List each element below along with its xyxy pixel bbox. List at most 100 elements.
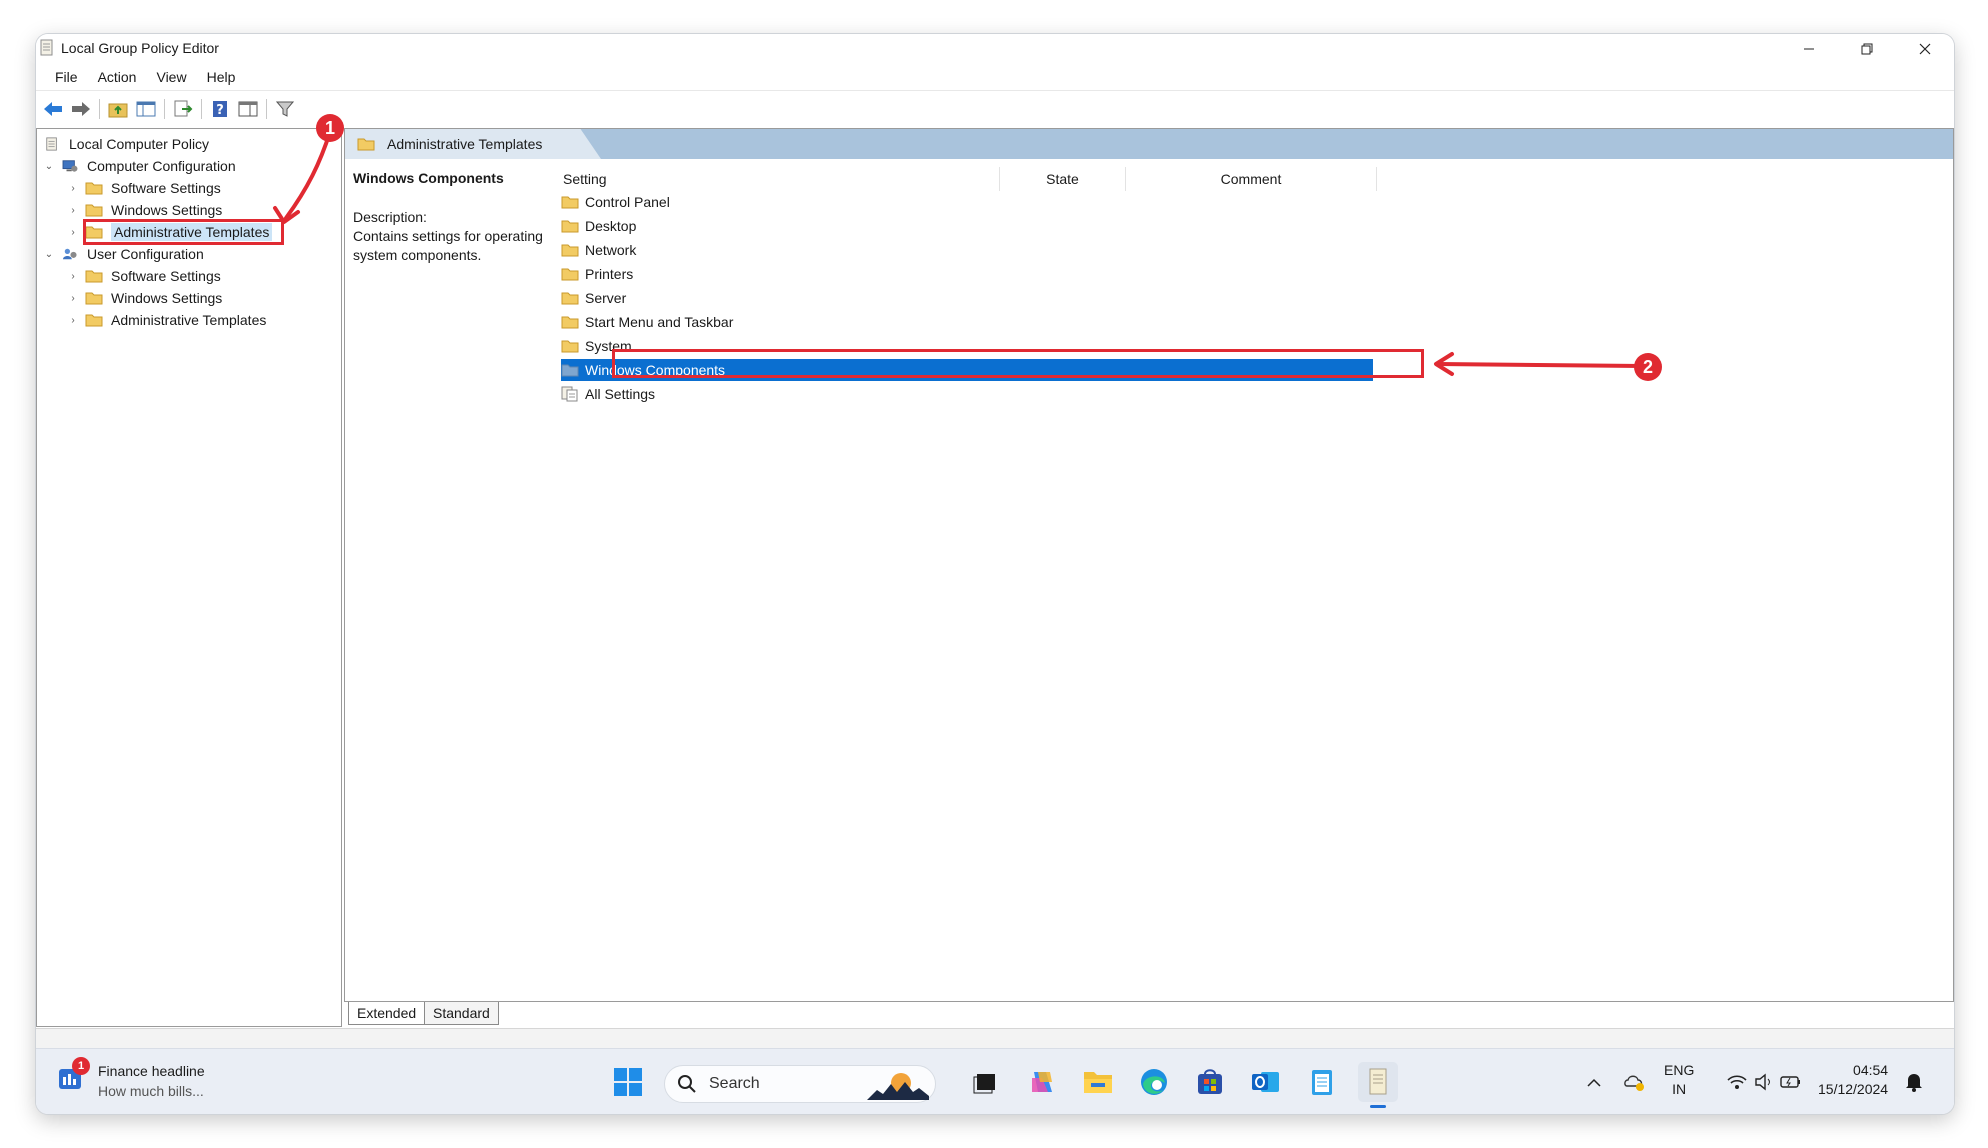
start-button[interactable] [608,1062,648,1102]
restore-icon [1861,43,1873,55]
volume-icon [1755,1073,1770,1091]
clock[interactable]: 04:54 15/12/2024 [1818,1061,1888,1099]
restore-button[interactable] [1838,34,1896,64]
properties-button[interactable] [235,96,261,122]
tree-label: Windows Settings [111,202,223,218]
list-item-start-menu-and-taskbar[interactable]: Start Menu and Taskbar [561,311,733,333]
microsoft-store-icon [1198,1069,1222,1094]
notepad-button[interactable] [1302,1062,1342,1102]
collapse-chevron-icon[interactable]: ⌄ [43,249,55,260]
file-explorer-icon [1084,1072,1112,1093]
toolbar-separator [99,99,100,119]
store-button[interactable] [1190,1062,1230,1102]
language-indicator[interactable]: ENG IN [1664,1061,1694,1099]
tree-item-cc-windows-settings[interactable]: › Windows Settings [67,199,222,221]
console-tree-icon [136,101,156,117]
description-title: Windows Components [353,170,504,186]
notification-count-badge: 1 [72,1057,90,1075]
task-view-icon [973,1074,995,1094]
annotation-arrow-2 [1434,352,1644,376]
properties-view-icon [238,101,258,117]
notifications-button[interactable] [1900,1062,1928,1102]
tree-item-uc-administrative-templates[interactable]: › Administrative Templates [67,309,266,331]
folder-icon [561,220,579,233]
list-item-label: Printers [585,266,634,282]
tree-item-user-configuration[interactable]: ⌄ User Configuration [43,243,204,265]
show-hide-tree-button[interactable] [133,96,159,122]
computer-icon [62,160,78,172]
svg-text:?: ? [216,103,224,118]
tree-label: Local Computer Policy [69,136,210,152]
expand-chevron-icon[interactable]: › [67,205,79,216]
list-item-server[interactable]: Server [561,287,626,309]
column-header-state[interactable]: State [1000,167,1126,191]
folder-icon [561,268,579,281]
tree-item-uc-windows-settings[interactable]: › Windows Settings [67,287,222,309]
onedrive-warning-icon [1624,1075,1644,1091]
policy-document-icon [46,137,57,151]
folder-icon [561,364,579,377]
column-header-comment[interactable]: Comment [1126,167,1377,191]
users-icon [63,248,77,260]
show-hidden-icons-button[interactable] [1582,1062,1606,1102]
task-view-button[interactable] [966,1062,1006,1102]
windows-logo-icon [614,1068,642,1096]
quick-settings-button[interactable] [1722,1062,1806,1102]
list-item-network[interactable]: Network [561,239,636,261]
outlook-icon [1252,1072,1279,1092]
toolbar-separator [201,99,202,119]
gpedit-taskbar-button[interactable] [1358,1062,1398,1108]
help-button[interactable]: ? [207,96,233,122]
tree-item-cc-software-settings[interactable]: › Software Settings [67,177,220,199]
clock-date: 15/12/2024 [1818,1081,1889,1097]
expand-chevron-icon[interactable]: › [67,293,79,304]
help-icon: ? [213,101,227,118]
folder-icon [85,182,103,195]
forward-arrow-icon [72,102,90,116]
forward-button[interactable] [68,96,94,122]
folder-icon [561,196,579,209]
list-item-label: Start Menu and Taskbar [585,314,734,330]
list-item-desktop[interactable]: Desktop [561,215,636,237]
widget-headline[interactable]: Finance headline How much bills... [98,1061,205,1101]
list-item-label: Desktop [585,218,637,234]
export-list-button[interactable] [170,96,196,122]
copilot-button[interactable] [1022,1062,1062,1102]
tab-extended[interactable]: Extended [348,1002,426,1025]
menu-action[interactable]: Action [88,69,147,85]
expand-chevron-icon[interactable]: › [67,315,79,326]
expand-chevron-icon[interactable]: › [67,227,79,238]
list-item-all-settings[interactable]: All Settings [561,383,655,405]
list-item-printers[interactable]: Printers [561,263,633,285]
edge-button[interactable] [1134,1062,1174,1102]
taskbar-search[interactable]: Search [664,1065,936,1103]
menu-view[interactable]: View [146,69,196,85]
window-title: Local Group Policy Editor [61,40,219,56]
file-explorer-button[interactable] [1078,1062,1118,1102]
tree-label: User Configuration [87,246,204,262]
outlook-button[interactable] [1246,1062,1286,1102]
tree-item-computer-configuration[interactable]: ⌄ Computer Configuration [43,155,236,177]
onedrive-tray-button[interactable] [1620,1062,1650,1102]
description-label: Description: [353,209,427,225]
collapse-chevron-icon[interactable]: ⌄ [43,161,55,172]
up-level-button[interactable] [105,96,131,122]
expand-chevron-icon[interactable]: › [67,271,79,282]
wifi-icon [1727,1075,1747,1089]
folder-icon [85,292,103,305]
menu-file[interactable]: File [45,69,88,85]
tree-label: Administrative Templates [111,312,267,328]
tab-standard[interactable]: Standard [424,1002,499,1025]
tree-item-uc-software-settings[interactable]: › Software Settings [67,265,221,287]
expand-chevron-icon[interactable]: › [67,183,79,194]
tree-label: Software Settings [111,268,221,284]
tree-item-local-computer-policy[interactable]: Local Computer Policy [43,133,209,155]
menu-help[interactable]: Help [197,69,246,85]
back-button[interactable] [40,96,66,122]
widgets-button[interactable]: 1 [56,1057,90,1093]
minimize-button[interactable] [1780,34,1838,64]
column-header-setting[interactable]: Setting [557,167,1000,191]
folder-up-icon [108,103,128,118]
close-button[interactable] [1896,34,1954,64]
list-item-control-panel[interactable]: Control Panel [561,191,670,213]
